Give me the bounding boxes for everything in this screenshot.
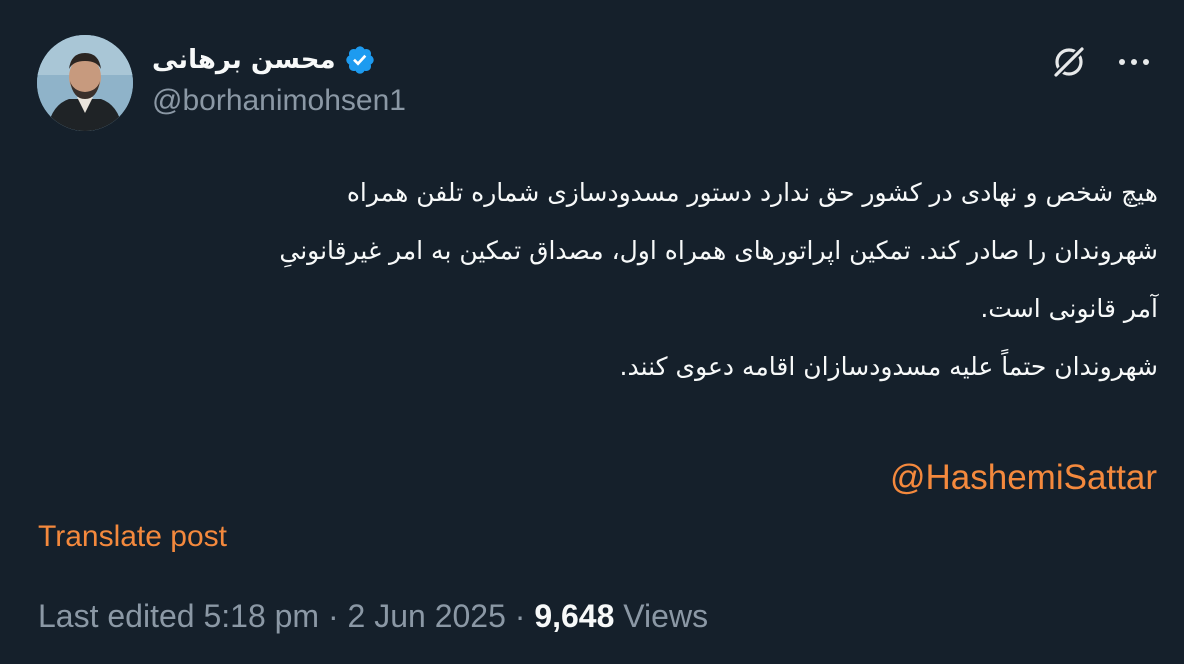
more-horizontal-icon[interactable]: [1112, 40, 1156, 84]
tweet-meta: Last edited 5:18 pm · 2 Jun 2025 · 9,648…: [38, 598, 708, 635]
mention-link[interactable]: @HashemiSattar: [890, 458, 1157, 498]
tweet-line: شهروندان حتماً علیه مسدودسازان اقامه دعو…: [619, 352, 1158, 381]
author-display-name[interactable]: محسن برهانی: [152, 45, 336, 75]
author-handle[interactable]: @borhanimohsen1: [152, 84, 406, 118]
tweet-line: شهروندان را صادر کند. تمکین اپراتورهای ه…: [279, 236, 1158, 265]
verified-badge-icon[interactable]: [344, 44, 376, 76]
views-count[interactable]: 9,648: [534, 598, 614, 634]
tweet-text: هیچ شخص و نهادی در کشور حق ندارد دستور م…: [28, 164, 1158, 396]
views-label: Views: [614, 598, 709, 634]
tweet-line: هیچ شخص و نهادی در کشور حق ندارد دستور م…: [346, 178, 1158, 207]
tweet-line: آمر قانونی است.: [980, 294, 1158, 323]
grok-icon[interactable]: [1047, 40, 1091, 84]
author-name-row[interactable]: محسن برهانی: [152, 36, 376, 84]
translate-post-link[interactable]: Translate post: [38, 520, 227, 554]
avatar[interactable]: [37, 35, 133, 131]
edited-timestamp[interactable]: Last edited 5:18 pm · 2 Jun 2025 ·: [38, 598, 534, 634]
